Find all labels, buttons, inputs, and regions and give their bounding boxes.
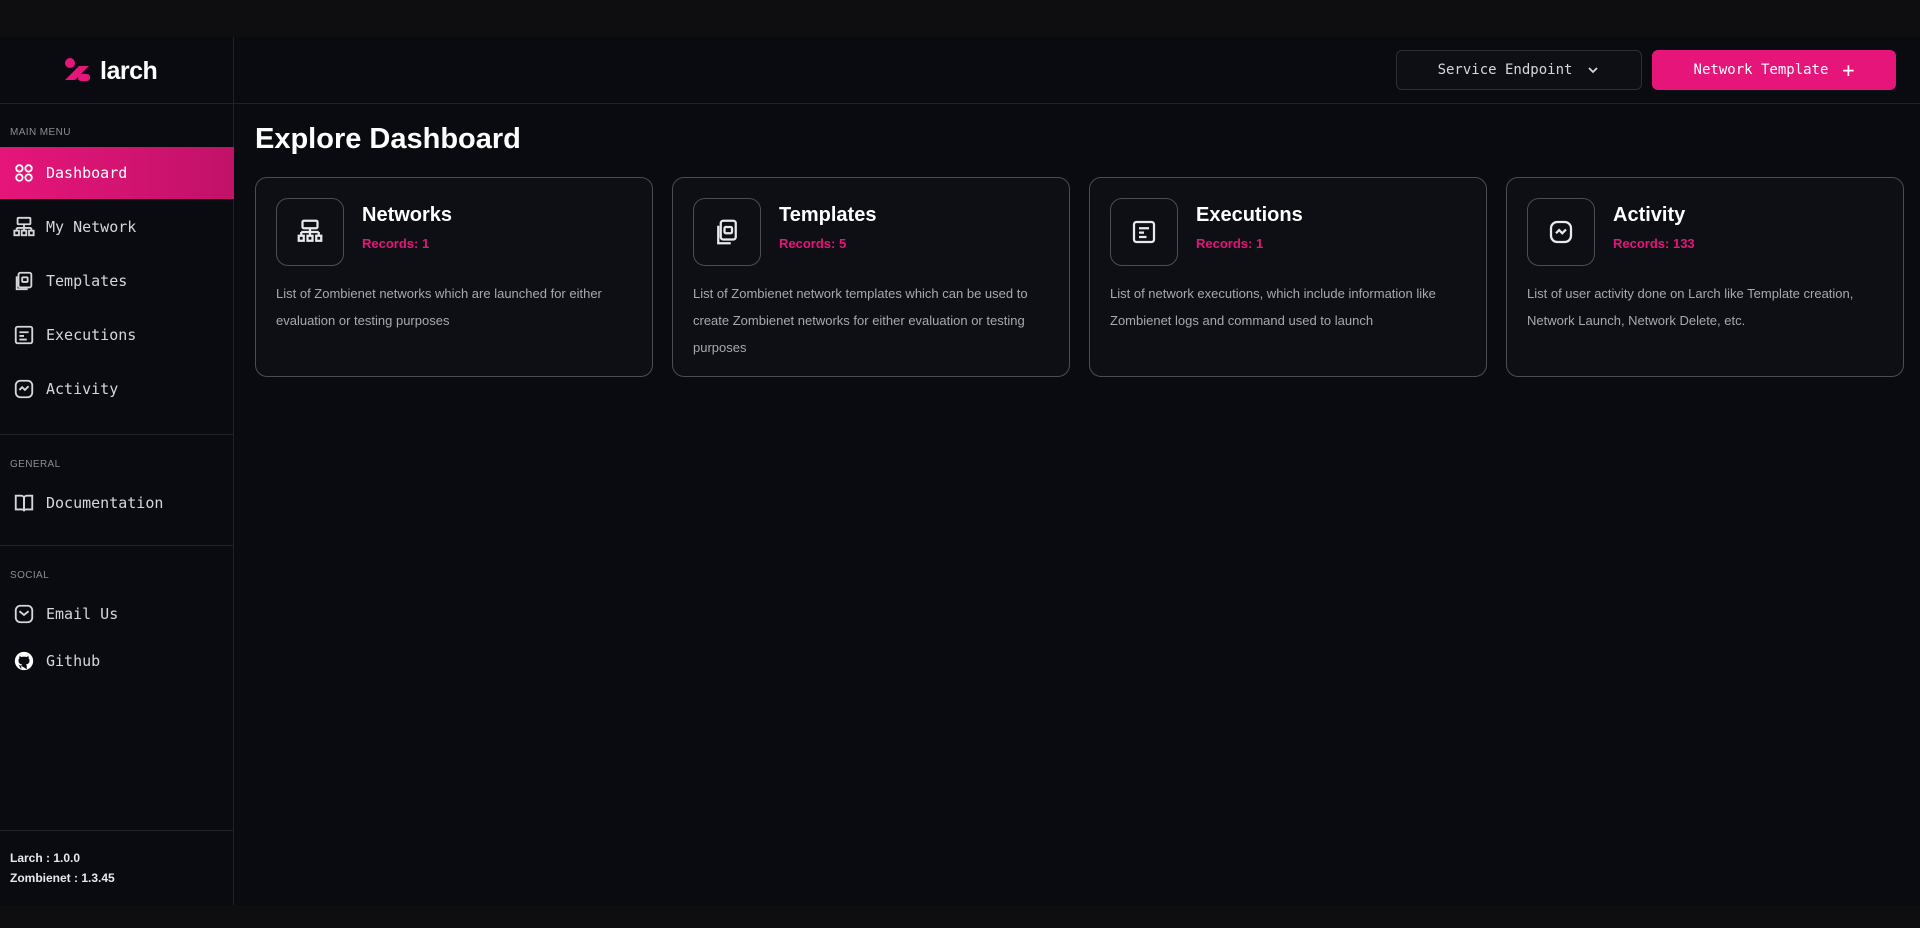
sidebar-item-label: Executions [46, 326, 137, 344]
sidebar-item-label: My Network [46, 218, 137, 236]
sidebar-item-dashboard[interactable]: Dashboard [0, 147, 234, 199]
chevron-down-icon [1588, 67, 1599, 74]
card-description: List of user activity done on Larch like… [1527, 286, 1854, 328]
page-title: Explore Dashboard [255, 123, 521, 155]
divider [0, 434, 234, 435]
sidebar-item-templates[interactable]: Templates [0, 255, 234, 307]
zombienet-version: Zombienet : 1.3.45 [10, 871, 115, 885]
section-label-social: SOCIAL [10, 570, 50, 581]
github-icon [12, 649, 36, 673]
card-templates[interactable]: Templates Records: 5 List of Zombienet n… [672, 177, 1070, 377]
sidebar-item-label: Activity [46, 380, 119, 398]
card-records: Records: 5 [779, 236, 847, 251]
sidebar-item-label: Email Us [46, 605, 119, 623]
grid-icon [12, 161, 36, 185]
app-name: larch [100, 56, 158, 85]
sidebar-item-my-network[interactable]: My Network [0, 201, 234, 253]
card-title: Executions [1196, 204, 1303, 226]
terminal-icon [12, 323, 36, 347]
template-icon [693, 198, 761, 266]
network-template-button[interactable]: Network Template + [1652, 50, 1896, 90]
larch-version: Larch : 1.0.0 [10, 851, 81, 865]
terminal-icon [1110, 198, 1178, 266]
section-label-main-menu: MAIN MENU [10, 127, 71, 138]
card-title: Networks [362, 204, 453, 226]
activity-icon [12, 377, 36, 401]
service-endpoint-label: Service Endpoint [1437, 62, 1573, 78]
card-executions[interactable]: Executions Records: 1 List of network ex… [1089, 177, 1487, 377]
template-icon [12, 269, 36, 293]
header-divider [234, 103, 1920, 104]
card-description: List of Zombienet network templates whic… [693, 286, 1028, 355]
card-title: Activity [1613, 204, 1686, 226]
card-activity[interactable]: Activity Records: 133 List of user activ… [1506, 177, 1904, 377]
network-template-button-label: Network Template [1693, 62, 1829, 78]
sidebar-item-documentation[interactable]: Documentation [0, 477, 234, 529]
section-label-general: GENERAL [10, 459, 61, 470]
app-window: larch MAIN MENU Dashboard My Network Tem… [0, 37, 1920, 905]
network-icon [12, 215, 36, 239]
card-description: List of Zombienet networks which are lau… [276, 286, 602, 328]
card-networks[interactable]: Networks Records: 1 List of Zombienet ne… [255, 177, 653, 377]
service-endpoint-select[interactable]: Service Endpoint [1396, 50, 1642, 90]
sidebar-item-activity[interactable]: Activity [0, 363, 234, 415]
sidebar-item-label: Documentation [46, 494, 164, 512]
sidebar-item-label: Dashboard [46, 164, 128, 182]
divider [0, 103, 234, 104]
divider [0, 830, 234, 831]
sidebar-item-github[interactable]: Github [0, 635, 234, 687]
activity-icon [1527, 198, 1595, 266]
card-records: Records: 1 [362, 236, 430, 251]
card-records: Records: 133 [1613, 236, 1695, 251]
logo[interactable]: larch [62, 53, 158, 89]
sidebar: larch MAIN MENU Dashboard My Network Tem… [0, 37, 234, 905]
network-icon [276, 198, 344, 266]
sidebar-item-email-us[interactable]: Email Us [0, 588, 234, 640]
larch-logo-icon [65, 58, 90, 81]
sidebar-item-label: Templates [46, 272, 128, 290]
book-icon [12, 491, 36, 515]
divider [0, 545, 234, 546]
card-records: Records: 1 [1196, 236, 1264, 251]
card-title: Templates [779, 204, 877, 226]
sidebar-item-executions[interactable]: Executions [0, 309, 234, 361]
card-description: List of network executions, which includ… [1110, 286, 1436, 328]
mail-icon [12, 602, 36, 626]
sidebar-item-label: Github [46, 652, 101, 670]
plus-icon: + [1842, 58, 1855, 82]
